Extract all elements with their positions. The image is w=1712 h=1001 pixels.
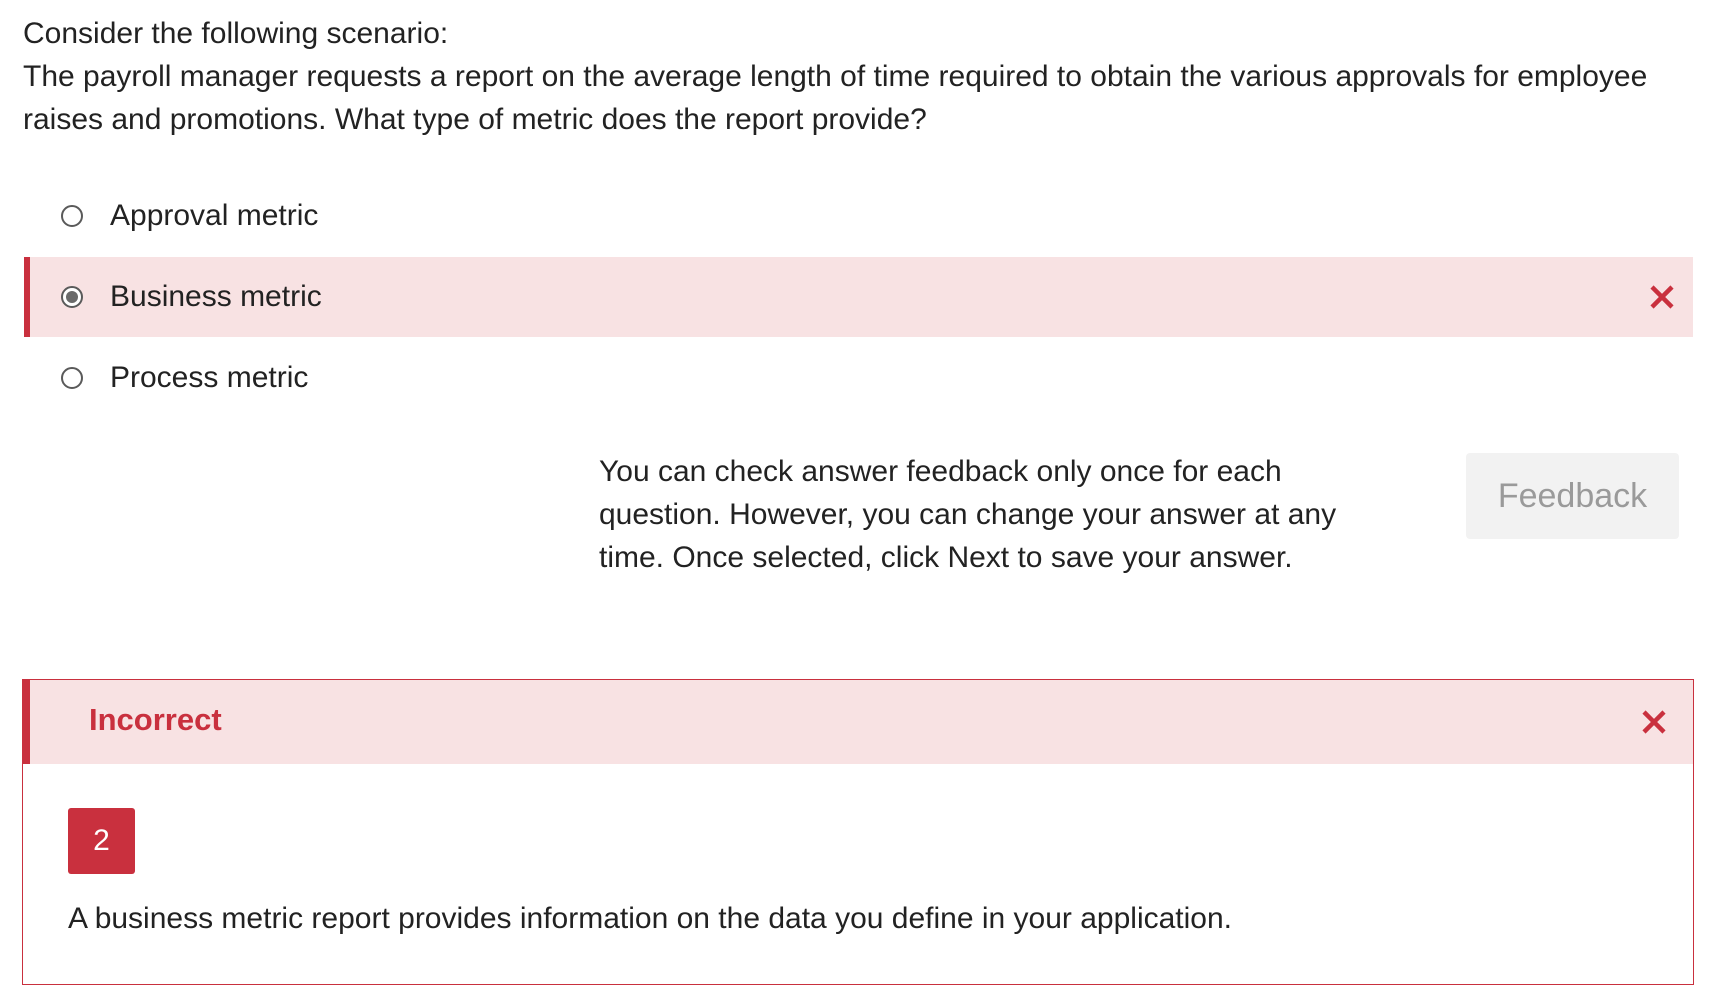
option-approval-metric[interactable]: Approval metric xyxy=(24,176,1693,256)
radio-button-selected[interactable] xyxy=(61,286,83,308)
feedback-button[interactable]: Feedback xyxy=(1466,453,1679,539)
question-text: Consider the following scenario: The pay… xyxy=(23,12,1663,141)
radio-button[interactable] xyxy=(61,367,83,389)
option-business-metric[interactable]: Business metric xyxy=(24,257,1693,337)
result-explanation: A business metric report provides inform… xyxy=(68,902,1232,935)
option-label: Approval metric xyxy=(110,199,319,232)
result-title: Incorrect xyxy=(89,702,222,737)
radio-button[interactable] xyxy=(61,205,83,227)
incorrect-close-icon xyxy=(1650,285,1674,309)
result-header: Incorrect xyxy=(23,680,1693,764)
question-body: The payroll manager requests a report on… xyxy=(23,60,1648,136)
close-icon[interactable] xyxy=(1637,705,1671,739)
option-process-metric[interactable]: Process metric xyxy=(24,338,1693,418)
option-label: Process metric xyxy=(110,361,309,394)
question-intro: Consider the following scenario: xyxy=(23,17,449,50)
feedback-instructions: You can check answer feedback only once … xyxy=(599,455,1337,574)
option-label: Business metric xyxy=(110,280,322,313)
result-panel: Incorrect 2 A business metric report pro… xyxy=(22,679,1694,985)
question-number-badge: 2 xyxy=(68,808,135,874)
